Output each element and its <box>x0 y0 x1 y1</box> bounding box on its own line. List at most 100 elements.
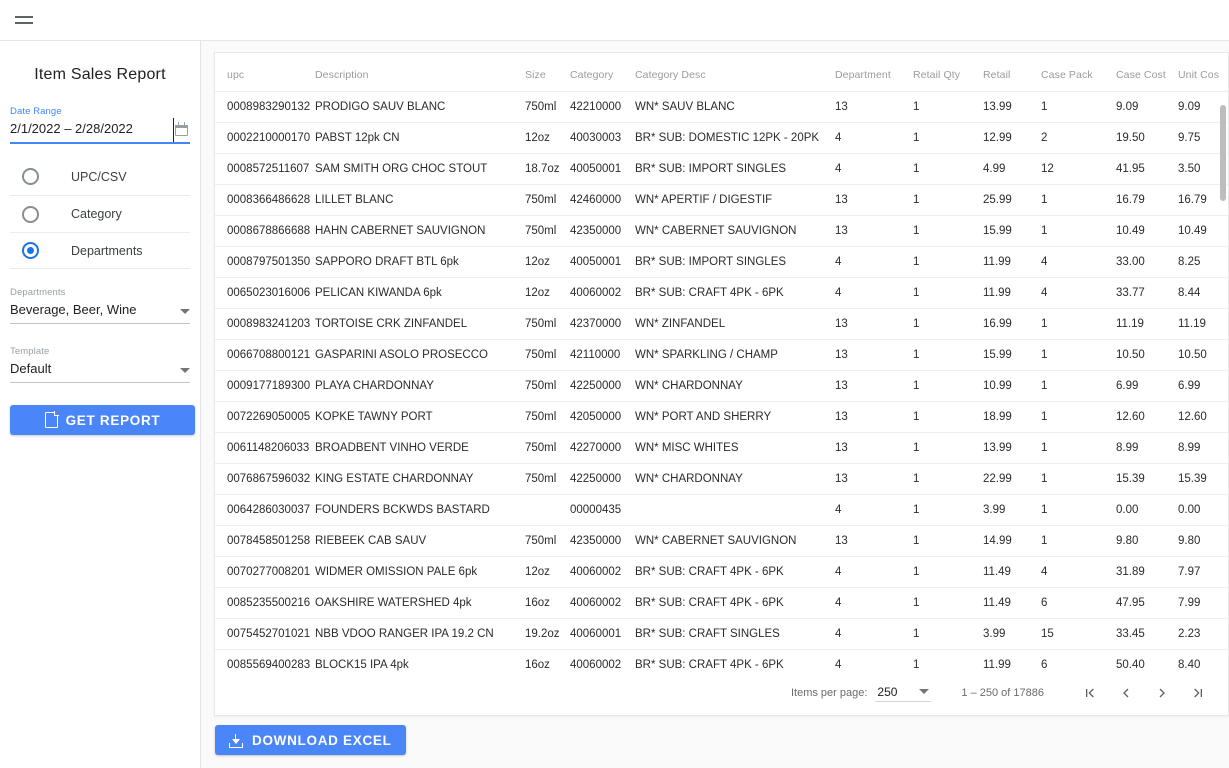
table-row[interactable]: 0066708800121 GASPARINI ASOLO PROSECCO 750… <box>215 339 1228 371</box>
radio-option-category[interactable]: Category <box>10 195 190 232</box>
column-header-category[interactable]: Category <box>570 53 635 92</box>
cell-retail-qty: 1 <box>913 184 983 216</box>
cell-category-desc: WN* SAUV BLANC <box>635 91 835 123</box>
cell-description: RIEBEEK CAB SAUV <box>315 525 525 557</box>
cell-size: 19.2oz <box>525 618 570 650</box>
table-row[interactable]: 0085569400283 BLOCK15 IPA 4pk 16oz 40060002… <box>215 649 1228 673</box>
column-header-size[interactable]: Size <box>525 53 570 92</box>
table-row[interactable]: 0072269050005 KOPKE TAWNY PORT 750ml 420500… <box>215 401 1228 433</box>
table-scrollbar-thumb[interactable] <box>1220 105 1226 201</box>
cell-description: FOUNDERS BCKWDS BASTARD <box>315 494 525 526</box>
cell-category: 42250000 <box>570 463 635 495</box>
table-row[interactable]: 0008797501350 SAPPORO DRAFT BTL 6pk 12oz 40… <box>215 246 1228 278</box>
cell-retail-qty: 1 <box>913 432 983 464</box>
cell-retail-qty: 1 <box>913 556 983 588</box>
table-row[interactable]: 0070277008201 WIDMER OMISSION PALE 6pk 12o… <box>215 556 1228 588</box>
cell-category-desc: WN* PORT AND SHERRY <box>635 401 835 433</box>
column-header-retail-qty[interactable]: Retail Qty <box>913 53 983 92</box>
table-row[interactable]: 0075452701021 NBB VDOO RANGER IPA 19.2 CN… <box>215 618 1228 650</box>
cell-case-cost: 41.95 <box>1116 153 1178 185</box>
column-header-upc[interactable]: upc <box>215 53 315 92</box>
table-row[interactable]: 0076867596032 KING ESTATE CHARDONNAY 750ml… <box>215 463 1228 495</box>
radio-icon-selected <box>22 242 39 259</box>
column-header-category-desc[interactable]: Category Desc <box>635 53 835 92</box>
get-report-button[interactable]: GET REPORT <box>10 405 195 435</box>
cell-retail: 25.99 <box>983 184 1041 216</box>
cell-retail: 12.99 <box>983 122 1041 154</box>
radio-option-departments[interactable]: Departments <box>10 232 190 269</box>
first-page-icon[interactable] <box>1072 675 1108 711</box>
column-header-retail[interactable]: Retail <box>983 53 1041 92</box>
last-page-icon[interactable] <box>1180 675 1216 711</box>
cell-case-pack: 1 <box>1041 432 1116 464</box>
download-excel-button[interactable]: DOWNLOAD EXCEL <box>215 725 406 755</box>
cell-case-cost: 10.50 <box>1116 339 1178 371</box>
table-row[interactable]: 0085235500216 OAKSHIRE WATERSHED 4pk 16oz 4… <box>215 587 1228 619</box>
cell-category: 40060002 <box>570 277 635 309</box>
next-page-icon[interactable] <box>1144 675 1180 711</box>
column-header-case-cost[interactable]: Case Cost <box>1116 53 1178 92</box>
table-row[interactable]: 0064286030037 FOUNDERS BCKWDS BASTARD 0000… <box>215 494 1228 526</box>
table-row[interactable]: 0008366486628 LILLET BLANC 750ml 42460000 WN… <box>215 184 1228 216</box>
template-select[interactable]: Template Default <box>10 346 190 383</box>
chevron-down-icon[interactable] <box>180 367 190 373</box>
download-icon <box>229 733 243 748</box>
cell-case-cost: 50.40 <box>1116 649 1178 673</box>
cell-size: 18.7oz <box>525 153 570 185</box>
column-header-case-pack[interactable]: Case Pack <box>1041 53 1116 92</box>
download-excel-button-label: DOWNLOAD EXCEL <box>252 732 392 748</box>
table-scrollbar-track[interactable] <box>1220 79 1228 673</box>
table-row[interactable]: 0008572511607 SAM SMITH ORG CHOC STOUT 18.… <box>215 153 1228 185</box>
cell-category-desc: BR* SUB: CRAFT 4PK - 6PK <box>635 587 835 619</box>
column-header-description[interactable]: Description <box>315 53 525 92</box>
column-header-department[interactable]: Department <box>835 53 913 92</box>
table-row[interactable]: 0008983290132 PRODIGO SAUV BLANC 750ml 4221… <box>215 91 1228 123</box>
cell-size: 12oz <box>525 277 570 309</box>
departments-select-underline <box>10 323 190 324</box>
cell-department: 13 <box>835 91 913 123</box>
table-scroll-area[interactable]: upc Description Size Category Category D… <box>215 53 1228 673</box>
table-row[interactable]: 0065023016006 PELICAN KIWANDA 6pk 12oz 4006… <box>215 277 1228 309</box>
cell-upc: 0008983290132 <box>215 91 315 123</box>
table-row[interactable]: 0008983241203 TORTOISE CRK ZINFANDEL 750ml… <box>215 308 1228 340</box>
cell-upc: 0072269050005 <box>215 401 315 433</box>
cell-retail: 11.99 <box>983 277 1041 309</box>
cell-size: 750ml <box>525 463 570 495</box>
document-icon <box>44 411 59 428</box>
table-paginator: Items per page: 250 1 – 250 of 17886 <box>215 671 1228 715</box>
cell-description: KING ESTATE CHARDONNAY <box>315 463 525 495</box>
hamburger-menu-icon[interactable] <box>4 0 44 40</box>
table-row[interactable]: 0061148206033 BROADBENT VINHO VERDE 750ml 4… <box>215 432 1228 464</box>
items-per-page-select[interactable]: 250 <box>875 685 932 702</box>
cell-description: HAHN CABERNET SAUVIGNON <box>315 215 525 247</box>
table-row[interactable]: 0002210000170 PABST 12pk CN 12oz 40030003 BR… <box>215 122 1228 154</box>
cell-description: SAPPORO DRAFT BTL 6pk <box>315 246 525 278</box>
cell-department: 13 <box>835 215 913 247</box>
radio-option-upc-csv[interactable]: UPC/CSV <box>10 158 190 195</box>
cell-size: 750ml <box>525 432 570 464</box>
cell-retail: 3.99 <box>983 618 1041 650</box>
table-row[interactable]: 0078458501258 RIEBEEK CAB SAUV 750ml 423500… <box>215 525 1228 557</box>
cell-category: 42350000 <box>570 215 635 247</box>
cell-case-pack: 1 <box>1041 494 1116 526</box>
date-range-input[interactable]: 2/1/2022 – 2/28/2022 <box>10 118 174 142</box>
radio-option-label: Departments <box>71 243 143 258</box>
departments-select[interactable]: Departments Beverage, Beer, Wine <box>10 287 190 324</box>
cell-description: OAKSHIRE WATERSHED 4pk <box>315 587 525 619</box>
cell-case-cost: 11.19 <box>1116 308 1178 340</box>
chevron-down-icon[interactable] <box>180 308 190 314</box>
cell-category: 42110000 <box>570 339 635 371</box>
cell-case-pack: 1 <box>1041 463 1116 495</box>
radio-icon <box>22 205 39 223</box>
table-row[interactable]: 0009177189300 PLAYA CHARDONNAY 750ml 422500… <box>215 370 1228 402</box>
cell-case-pack: 1 <box>1041 370 1116 402</box>
cell-case-cost: 33.00 <box>1116 246 1178 278</box>
previous-page-icon[interactable] <box>1108 675 1144 711</box>
cell-department: 4 <box>835 153 913 185</box>
template-select-underline <box>10 382 190 383</box>
calendar-icon[interactable] <box>174 122 190 138</box>
chevron-down-icon[interactable] <box>919 689 930 694</box>
cell-category: 42370000 <box>570 308 635 340</box>
table-row[interactable]: 0008678866688 HAHN CABERNET SAUVIGNON 750m… <box>215 215 1228 247</box>
date-range-field[interactable]: Date Range 2/1/2022 – 2/28/2022 <box>10 106 190 144</box>
